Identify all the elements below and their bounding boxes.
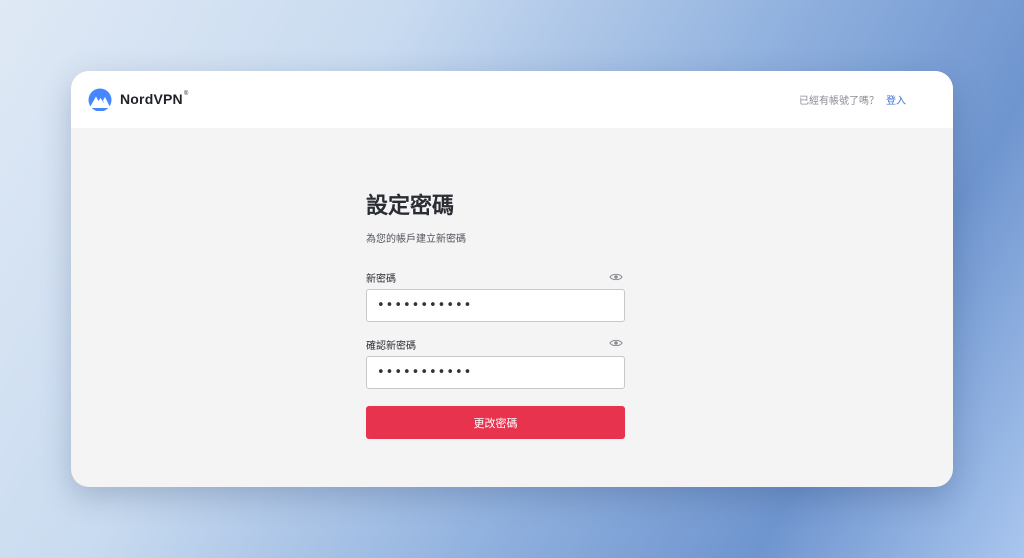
nordvpn-logo[interactable]: NordVPN®: [86, 87, 188, 111]
nordvpn-mountain-icon: [88, 88, 112, 111]
confirm-password-label: 確認新密碼: [366, 341, 416, 352]
new-password-input[interactable]: [366, 289, 625, 322]
top-bar: NordVPN® 已經有帳號了嗎？ 登入: [71, 71, 953, 128]
new-password-label: 新密碼: [366, 274, 396, 285]
page-subtitle: 為您的帳戶建立新密碼: [366, 234, 466, 245]
logo-text: NordVPN®: [120, 91, 189, 107]
confirm-password-input[interactable]: [366, 356, 625, 389]
eye-icon[interactable]: [609, 338, 623, 348]
change-password-button[interactable]: 更改密碼: [366, 406, 625, 439]
page-title: 設定密碼: [366, 194, 455, 219]
password-reset-card: NordVPN® 已經有帳號了嗎？ 登入 設定密碼 為您的帳戶建立新密碼 新密碼…: [71, 71, 953, 487]
account-question: 已經有帳號了嗎？: [799, 96, 879, 107]
login-link[interactable]: 登入: [886, 92, 906, 107]
eye-icon[interactable]: [609, 272, 623, 282]
